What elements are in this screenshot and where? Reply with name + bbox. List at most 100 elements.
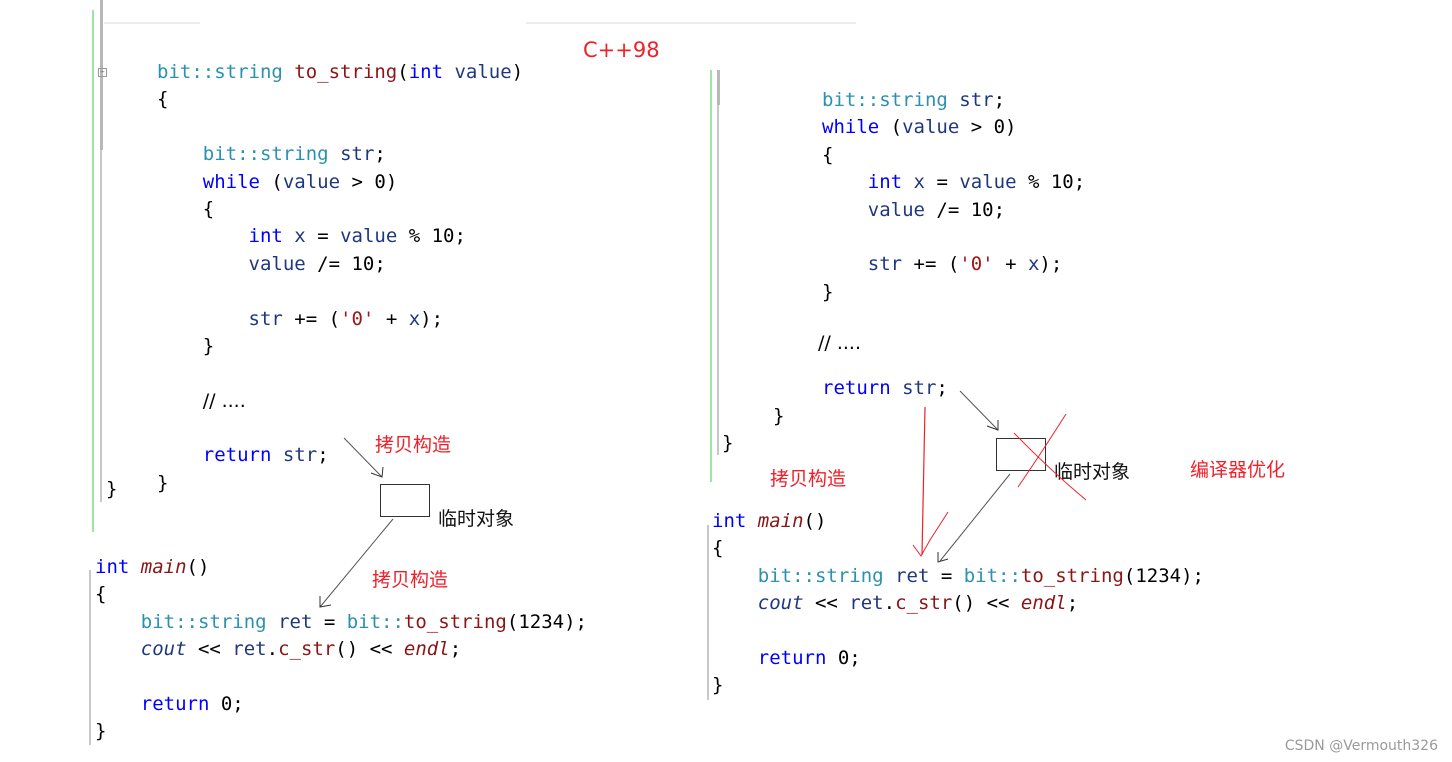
code-token-plain: += ( (282, 307, 341, 330)
right-outline-bar (717, 70, 720, 105)
code-line: bit::string str; (157, 141, 523, 168)
code-token-var: x (1027, 253, 1040, 276)
code-token-plain: } (712, 674, 724, 697)
code-token-str: '0' (340, 307, 375, 330)
code-token-plain: % 10; (1016, 171, 1086, 194)
code-line: cout << ret.c_str() << endl; (712, 590, 1204, 617)
code-token-plain: ); (1039, 253, 1063, 276)
code-line: cout << ret.c_str() << endl; (95, 636, 587, 663)
code-token-cmt: // .... (202, 389, 246, 412)
code-token-plain: ; (374, 143, 386, 166)
code-token-var: value (959, 171, 1017, 194)
code-token-fn2it: main (140, 556, 187, 578)
code-line: return str; (822, 375, 948, 402)
code-line: { (95, 581, 587, 608)
code-token-fn2: c_str (278, 638, 336, 661)
fold-toggle-icon[interactable]: − (98, 68, 107, 77)
code-token-plain: % 10; (397, 225, 466, 248)
code-token-plain: 0; (209, 692, 244, 715)
left-temp-object-box (380, 484, 430, 517)
code-token-plain: () << (335, 638, 404, 661)
code-token-plain: = (929, 564, 964, 587)
code-line: value /= 10; (157, 251, 523, 278)
code-token-plain: . (883, 592, 896, 615)
code-token-plain: << (186, 638, 233, 661)
code-token-fn2: to_string (1020, 564, 1124, 587)
right-temp-object-label: 临时对象 (1054, 461, 1131, 483)
code-token-var: value (282, 170, 341, 193)
code-token-endl: endl (1020, 592, 1067, 615)
left-temp-object-label: 临时对象 (438, 508, 515, 530)
code-line: } (822, 279, 1085, 306)
cpp98-label: C++98 (583, 38, 660, 62)
left-change-bar (92, 10, 94, 532)
code-token-plain: > 0) (959, 116, 1017, 139)
code-token-var: str (959, 89, 994, 111)
code-token-plain: ); (420, 307, 444, 330)
right-temp-object-box (996, 438, 1046, 471)
code-token-type: bit::string (202, 143, 329, 166)
code-token-type: bit:: (346, 610, 404, 633)
watermark: CSDN @Vermouth326 (1284, 738, 1438, 754)
code-token-var: str (867, 253, 903, 276)
code-line: while (value > 0) (822, 114, 1085, 141)
right-return-line: return str; (822, 375, 948, 402)
code-token-fn2: c_str (895, 592, 953, 615)
code-token-plain: = (312, 610, 347, 633)
code-line: bit::string ret = bit::to_string(1234); (95, 609, 587, 636)
code-token-kw: int (95, 556, 130, 578)
left-outline-bar-2 (100, 150, 102, 502)
code-token-var: value (454, 61, 512, 83)
code-line: return str; (157, 442, 523, 469)
code-token-plain: << (803, 592, 850, 615)
code-token-kw: while (202, 170, 260, 193)
code-token-plain: ; (1066, 592, 1079, 615)
code-line: { (157, 86, 523, 113)
code-token-plain: ; (993, 89, 1006, 111)
compiler-optimization-label: 编译器优化 (1190, 459, 1286, 481)
code-token-type: bit::string (757, 564, 884, 587)
right-arrow-to-temp-head (986, 420, 999, 431)
code-line: } (157, 333, 523, 360)
code-token-kw: return (822, 377, 891, 399)
code-token-var: value (340, 225, 398, 248)
code-token-str: '0' (959, 253, 994, 276)
right-function-code: bit::string str; while (value > 0){ int x… (822, 87, 1085, 306)
code-token-kw: int (867, 171, 903, 194)
code-token-plain: } (157, 471, 169, 494)
code-token-plain: { (157, 88, 169, 111)
code-token-plain: ; (936, 377, 948, 399)
right-inner-close: } (773, 405, 785, 427)
code-token-plain: () << (952, 592, 1021, 615)
code-token-plain: /= 10; (924, 198, 1006, 221)
code-token-endl: endl (403, 638, 450, 661)
code-line: int main() (712, 508, 1204, 535)
right-outline-bar-2 (717, 105, 719, 455)
code-token-var: ret (849, 592, 884, 615)
code-line: bit::string to_string(int value) (157, 59, 523, 86)
code-token-plain: ; (317, 444, 329, 467)
code-token-fn2it: main (757, 510, 804, 532)
code-token-plain: ( (259, 170, 283, 193)
code-token-kw: int (248, 225, 283, 248)
code-line: return 0; (95, 691, 587, 718)
code-token-plain: () (186, 556, 210, 578)
right-outer-close: } (722, 432, 734, 454)
